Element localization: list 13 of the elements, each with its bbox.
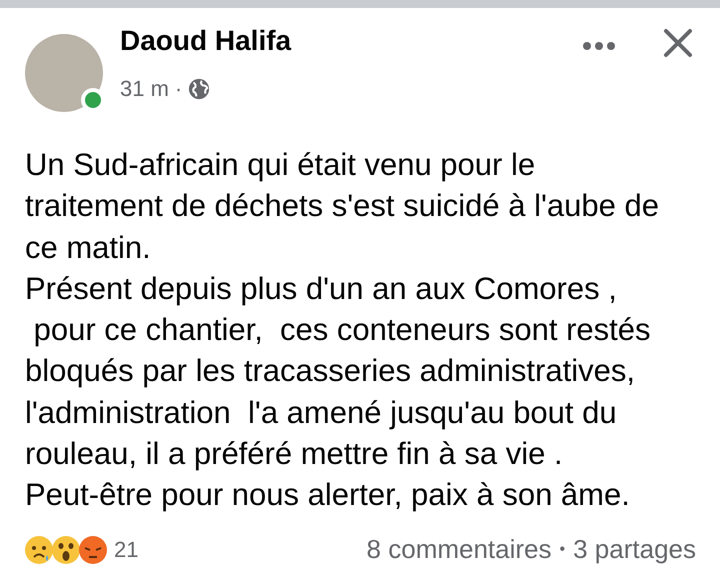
sad-emoji-icon [24,534,54,564]
shares-count[interactable]: 3 partages [573,530,696,569]
reaction-count[interactable]: 21 [114,533,138,566]
separator-dot: · [174,75,182,103]
angry-emoji-icon [78,534,108,564]
separator-dot: • [560,540,566,560]
post-time[interactable]: 31 m [120,72,169,105]
globe-icon [188,78,210,100]
comments-count[interactable]: 8 commentaires [366,530,552,569]
close-button[interactable] [661,26,695,60]
author-name[interactable]: Daoud Halifa [120,24,581,58]
post-text: Un Sud-africain qui était venu pour le traitement de déchets s'est suicidé à l'aube de ce matin. Présent depuis plus d'un an aux Comores , pour ce chantier, ces conteneurs sont restés bloqués par les tracasseries administratives, l'administration l'a amené jusqu'au bout du rouleau, il a préféré mettre fin à sa vie . Peut-être pour nous alerter, paix à son âme. [24,146,660,514]
surprised-emoji-icon [51,534,81,564]
